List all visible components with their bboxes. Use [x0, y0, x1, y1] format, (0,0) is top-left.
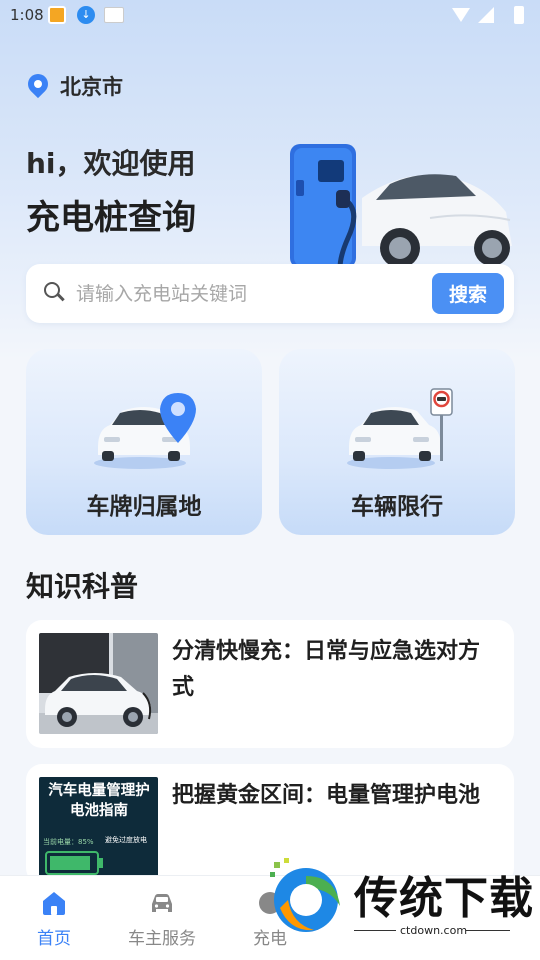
watermark-divider [354, 930, 396, 931]
battery-icon [514, 6, 524, 24]
tab-home[interactable]: 首页 [0, 876, 108, 960]
article-thumbnail [39, 633, 158, 734]
article-thumbnail: 汽车电量管理护电池指南 当前电量：85% 避免过度放电 [39, 777, 158, 878]
status-time: 1:08 [10, 6, 44, 24]
vehicle-restriction-card[interactable]: 车辆限行 [279, 349, 515, 535]
article-title: 把握黄金区间：电量管理护电池 [172, 783, 481, 808]
thumbnail-tag: 避免过度放电 [105, 836, 147, 844]
location-city: 北京市 [60, 75, 123, 99]
location-pin-icon [23, 69, 53, 99]
watermark-logo-icon [270, 858, 340, 932]
watermark-url: ctdown.com [400, 924, 468, 937]
knowledge-section-title: 知识科普 [26, 570, 139, 603]
download-icon: ↓ [77, 6, 95, 24]
search-icon [44, 282, 65, 302]
tab-home-label: 首页 [37, 929, 71, 949]
tab-owner-service[interactable]: 车主服务 [108, 876, 216, 960]
watermark: 传统下载 ctdown.com [262, 840, 540, 960]
app-notification-icon [104, 7, 124, 23]
watermark-brand: 传统下载 [354, 873, 534, 924]
greeting-text: hi，欢迎使用 [26, 147, 196, 180]
article-card[interactable]: 分清快慢充：日常与应急选对方式 [26, 620, 514, 748]
system-icons [448, 5, 528, 25]
page-title: 充电桩查询 [26, 198, 196, 238]
search-button[interactable]: 搜索 [432, 273, 504, 314]
car-location-icon [94, 393, 196, 469]
battery-icon [45, 851, 103, 875]
search-input[interactable] [76, 276, 426, 312]
wifi-icon [452, 8, 470, 22]
car-icon [152, 894, 172, 912]
thumbnail-title: 汽车电量管理护电池指南 [48, 783, 150, 819]
plate-origin-card[interactable]: 车牌归属地 [26, 349, 262, 535]
location-selector[interactable]: 北京市 [23, 69, 123, 102]
charger-car-illustration [290, 144, 512, 268]
tab-owner-service-label: 车主服务 [128, 929, 196, 949]
search-bar: 搜索 [26, 264, 514, 323]
signal-icon [478, 7, 494, 23]
status-bar: 1:08 ↓ [0, 0, 540, 32]
vehicle-restriction-label: 车辆限行 [351, 494, 443, 520]
plate-origin-label: 车牌归属地 [86, 494, 202, 520]
car-no-entry-icon [347, 388, 453, 469]
thumbnail-battery-level: 当前电量：85% [43, 838, 94, 846]
app-notification-icon [48, 6, 66, 24]
watermark-divider [466, 930, 510, 931]
article-title: 分清快慢充：日常与应急选对方式 [172, 639, 481, 700]
home-icon [43, 892, 65, 915]
